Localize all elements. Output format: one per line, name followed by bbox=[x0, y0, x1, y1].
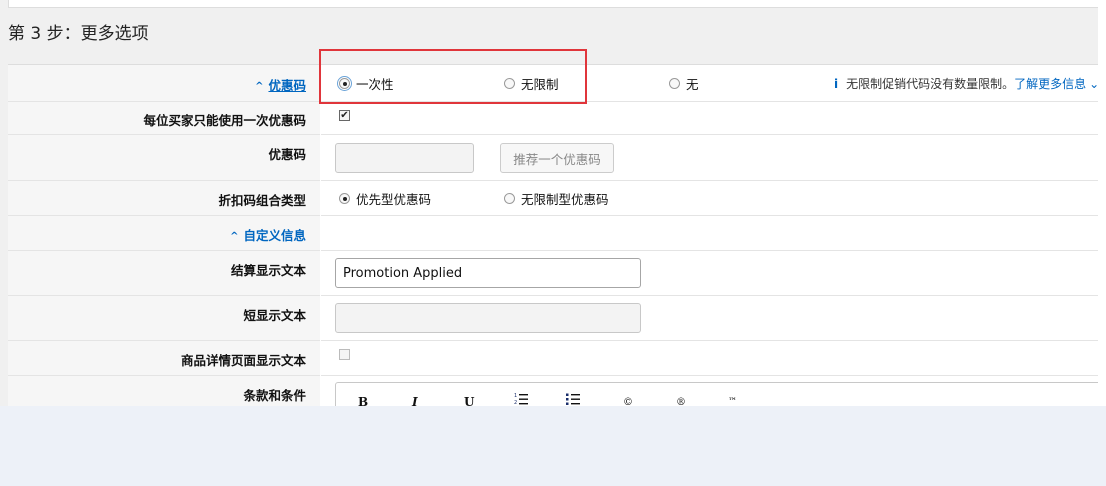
unordered-list-icon[interactable] bbox=[566, 392, 580, 406]
one-per-buyer-label: 每位买家只能使用一次优惠码 bbox=[143, 113, 306, 128]
info-icon: i bbox=[834, 77, 839, 91]
radio-button[interactable] bbox=[669, 78, 680, 89]
suggest-code-button[interactable]: 推荐一个优惠码 bbox=[500, 143, 614, 173]
radio-priority-type[interactable]: 优先型优惠码 bbox=[339, 189, 431, 208]
screenshot-area: 第 3 步：更多选项 ^ 优惠码 一次性 无限制 无 每位买家只能使用一次优惠码 … bbox=[0, 0, 1106, 406]
svg-text:1: 1 bbox=[514, 393, 517, 399]
checkout-text-input[interactable]: Promotion Applied bbox=[335, 258, 641, 288]
combination-type-label: 折扣码组合类型 bbox=[218, 193, 306, 208]
form-panel: ^ 优惠码 一次性 无限制 无 每位买家只能使用一次优惠码 ✔ 优惠码 推荐一个… bbox=[8, 64, 1100, 406]
chevron-up-icon: ^ bbox=[255, 81, 264, 92]
detail-page-text-checkbox[interactable] bbox=[339, 349, 350, 360]
radio-label: 无限制型优惠码 bbox=[521, 192, 609, 207]
value-cell: ✔ bbox=[321, 102, 1100, 135]
radio-label: 无 bbox=[686, 77, 699, 92]
promo-code-input[interactable] bbox=[335, 143, 474, 173]
label-cell: 条款和条件 bbox=[8, 376, 320, 406]
copyright-button[interactable]: © bbox=[623, 397, 633, 406]
previous-panel-bottom bbox=[8, 0, 1102, 8]
terms-label: 条款和条件 bbox=[243, 388, 306, 403]
label-cell: ^ 自定义信息 bbox=[8, 216, 320, 251]
radio-button[interactable] bbox=[339, 193, 350, 204]
value-cell bbox=[321, 296, 1100, 341]
short-text-label: 短显示文本 bbox=[243, 308, 306, 323]
label-cell: 优惠码 bbox=[8, 135, 320, 181]
chevron-up-icon: ^ bbox=[230, 231, 239, 242]
value-cell bbox=[321, 216, 1100, 251]
one-per-buyer-checkbox[interactable]: ✔ bbox=[339, 110, 350, 121]
label-cell: 结算显示文本 bbox=[8, 251, 320, 296]
section-label: 优惠码 bbox=[268, 78, 306, 93]
registered-button[interactable]: ® bbox=[676, 397, 686, 406]
step-heading: 第 3 步：更多选项 bbox=[8, 24, 149, 44]
value-cell: 推荐一个优惠码 bbox=[321, 135, 1100, 181]
short-text-input[interactable] bbox=[335, 303, 641, 333]
checkout-text-label: 结算显示文本 bbox=[230, 263, 306, 278]
label-cell: 商品详情页面显示文本 bbox=[8, 341, 320, 376]
label-cell: 折扣码组合类型 bbox=[8, 181, 320, 216]
radio-none[interactable]: 无 bbox=[669, 74, 699, 93]
terms-editor[interactable]: B I U 12 © ® ™ bbox=[335, 382, 1106, 406]
underline-button[interactable]: U bbox=[464, 395, 474, 406]
radio-label: 优先型优惠码 bbox=[356, 192, 432, 207]
value-cell: 优先型优惠码 无限制型优惠码 bbox=[321, 181, 1100, 216]
label-cell: ^ 优惠码 bbox=[8, 65, 320, 102]
promo-code-label: 优惠码 bbox=[268, 147, 306, 162]
trademark-button[interactable]: ™ bbox=[728, 397, 737, 406]
custom-info-section-toggle[interactable]: ^ 自定义信息 bbox=[230, 225, 306, 244]
label-cell: 短显示文本 bbox=[8, 296, 320, 341]
learn-more-text: 了解更多信息 bbox=[1014, 77, 1087, 91]
bold-button[interactable]: B bbox=[358, 395, 368, 406]
info-text: 无限制促销代码没有数量限制。 bbox=[846, 77, 1015, 91]
label-cell: 每位买家只能使用一次优惠码 bbox=[8, 102, 320, 135]
value-cell bbox=[321, 341, 1100, 376]
learn-more-link[interactable]: 了解更多信息 ⌄ bbox=[1014, 77, 1099, 91]
right-edge bbox=[1098, 0, 1106, 406]
radio-button[interactable] bbox=[504, 193, 515, 204]
radio-unlimited-type[interactable]: 无限制型优惠码 bbox=[504, 189, 609, 208]
italic-button[interactable]: I bbox=[412, 395, 418, 406]
ordered-list-icon[interactable]: 12 bbox=[514, 392, 528, 406]
detail-page-text-label: 商品详情页面显示文本 bbox=[180, 353, 306, 368]
highlight-box bbox=[319, 49, 587, 104]
promo-code-section-toggle[interactable]: ^ 优惠码 bbox=[255, 75, 306, 94]
section-label: 自定义信息 bbox=[243, 228, 306, 243]
svg-text:2: 2 bbox=[514, 400, 517, 406]
value-cell: Promotion Applied bbox=[321, 251, 1100, 296]
info-note: i 无限制促销代码没有数量限制。了解更多信息 ⌄ bbox=[834, 75, 1099, 92]
